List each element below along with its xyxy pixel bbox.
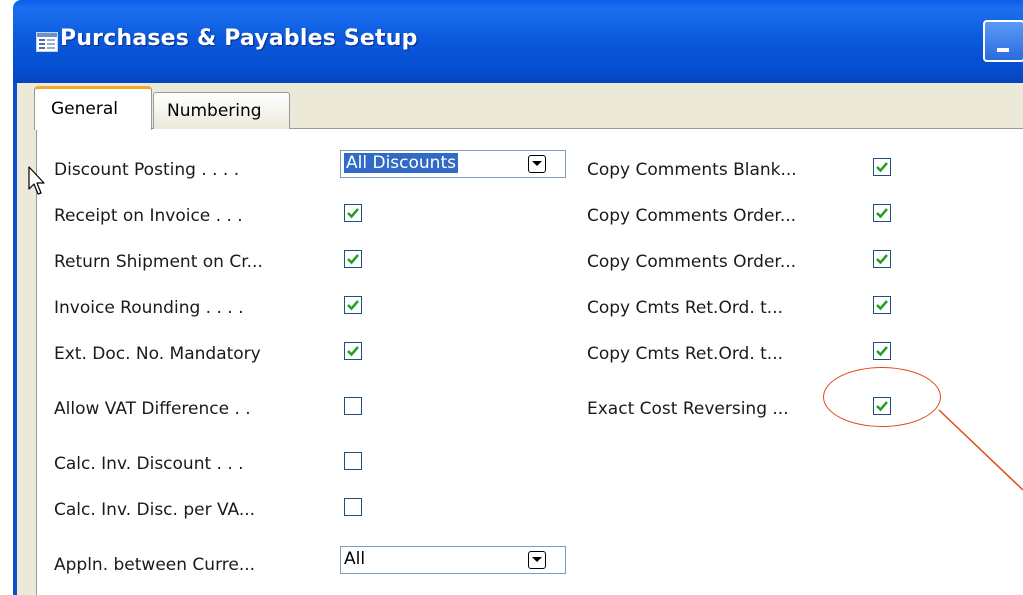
checkmark-icon [876, 300, 888, 311]
tab-general-label: General [51, 99, 118, 119]
tab-numbering-label: Numbering [167, 101, 262, 121]
window-title: Purchases & Payables Setup [60, 26, 418, 51]
chevron-down-icon[interactable] [528, 551, 546, 569]
copy-cmts-ret-ord-2-checkbox[interactable] [873, 342, 891, 360]
receipt-on-invoice-checkbox[interactable] [344, 204, 362, 222]
minimize-button[interactable] [983, 20, 1023, 62]
title-bar[interactable]: Purchases & Payables Setup [13, 0, 1023, 83]
receipt-on-invoice-label: Receipt on Invoice . . . [54, 206, 243, 226]
exact-cost-reversing-label: Exact Cost Reversing ... [587, 399, 789, 419]
ext-doc-no-checkbox[interactable] [344, 342, 362, 360]
checkmark-icon [876, 162, 888, 173]
tab-general[interactable]: General [34, 86, 152, 130]
allow-vat-difference-label: Allow VAT Difference . . [54, 399, 251, 419]
copy-cmts-ret-ord-1-label: Copy Cmts Ret.Ord. t... [587, 298, 784, 318]
chevron-down-icon[interactable] [528, 155, 546, 173]
form-icon [36, 32, 58, 52]
discount-posting-combo[interactable]: All Discounts [340, 150, 566, 178]
calc-inv-discount-label: Calc. Inv. Discount . . . [54, 454, 244, 474]
discount-posting-value: All Discounts [344, 153, 458, 173]
allow-vat-difference-checkbox[interactable] [344, 397, 362, 415]
copy-comments-order-2-checkbox[interactable] [873, 250, 891, 268]
copy-comments-order-2-label: Copy Comments Order... [587, 252, 797, 272]
calc-inv-disc-per-vat-checkbox[interactable] [344, 498, 362, 516]
checkmark-icon [347, 208, 359, 219]
copy-cmts-ret-ord-1-checkbox[interactable] [873, 296, 891, 314]
invoice-rounding-checkbox[interactable] [344, 296, 362, 314]
checkmark-icon [876, 346, 888, 357]
minimize-icon [997, 48, 1009, 52]
checkmark-icon [347, 254, 359, 265]
setup-window: Purchases & Payables Setup General Numbe… [0, 0, 1023, 595]
appln-between-currencies-label: Appln. between Curre... [54, 555, 256, 575]
copy-comments-order-1-checkbox[interactable] [873, 204, 891, 222]
copy-comments-order-1-label: Copy Comments Order... [587, 206, 797, 226]
calc-inv-disc-per-vat-label: Calc. Inv. Disc. per VA... [54, 500, 256, 520]
return-shipment-checkbox[interactable] [344, 250, 362, 268]
annotation-circle [823, 367, 941, 427]
copy-cmts-ret-ord-2-label: Copy Cmts Ret.Ord. t... [587, 344, 784, 364]
discount-posting-label: Discount Posting . . . . [54, 160, 240, 180]
invoice-rounding-label: Invoice Rounding . . . . [54, 298, 244, 318]
return-shipment-label: Return Shipment on Cr... [54, 252, 263, 272]
copy-comments-blanket-label: Copy Comments Blank... [587, 160, 797, 180]
checkmark-icon [876, 254, 888, 265]
calc-inv-discount-checkbox[interactable] [344, 452, 362, 470]
checkmark-icon [347, 346, 359, 357]
tab-numbering[interactable]: Numbering [153, 92, 290, 129]
appln-between-currencies-combo[interactable]: All [340, 546, 566, 574]
checkmark-icon [876, 208, 888, 219]
checkmark-icon [347, 300, 359, 311]
appln-between-currencies-value: All [344, 549, 366, 569]
copy-comments-blanket-checkbox[interactable] [873, 158, 891, 176]
ext-doc-no-label: Ext. Doc. No. Mandatory [54, 344, 261, 364]
mouse-cursor-icon [28, 166, 45, 195]
